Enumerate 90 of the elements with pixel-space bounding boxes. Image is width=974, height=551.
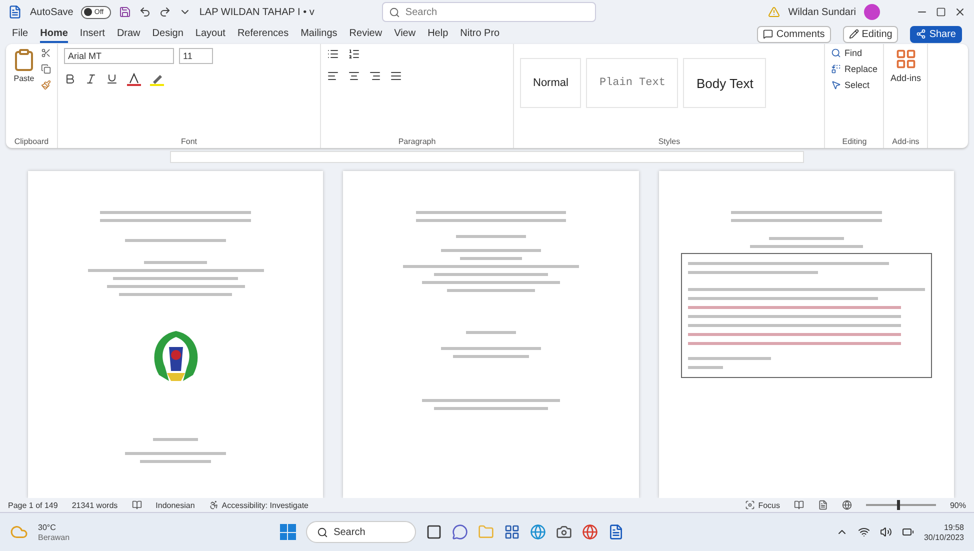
pointer-icon [831,80,842,90]
search-icon [389,6,400,18]
volume-icon [880,526,892,538]
accessibility-status[interactable]: Accessibility: Investigate [222,500,308,510]
style-option[interactable]: Plain Text [586,58,678,108]
close-icon[interactable] [954,6,966,18]
language-status[interactable]: Indonesian [156,500,195,510]
style-option[interactable]: Body Text [683,58,766,108]
search-field[interactable]: Search [382,2,596,22]
clock-date: 30/10/2023 [924,532,964,542]
add-ins-icon[interactable] [894,48,917,70]
document-title: LAP WILDAN TAHAP I • v [199,6,314,18]
zoom-level[interactable]: 90% [950,500,966,510]
menu-tab[interactable]: Mailings [300,26,338,42]
editing-command[interactable]: Replace [844,64,878,74]
align-center-icon[interactable] [348,70,360,82]
word-count[interactable]: 21341 words [72,500,118,510]
editing-button[interactable]: Editing [842,26,898,42]
undo-icon[interactable] [139,6,152,18]
autosave-label: AutoSave [30,6,74,18]
restore-icon[interactable] [936,7,946,17]
align-right-icon[interactable] [369,70,381,82]
menu-tab[interactable]: Insert [80,26,105,42]
font-size-field[interactable]: 11 [179,48,213,64]
menu-tab[interactable]: References [237,26,289,42]
accessibility-icon [208,500,219,510]
align-left-icon[interactable] [327,70,339,82]
share-icon [916,29,926,39]
read-mode-icon[interactable] [794,500,804,510]
paste-icon[interactable] [12,48,36,72]
menu-tab[interactable]: File [12,26,28,42]
warning-icon [768,6,780,18]
save-icon[interactable] [119,6,132,18]
zoom-thumb[interactable] [897,500,900,510]
copy-icon[interactable] [41,64,51,74]
weather-icon [10,523,28,541]
editing-command[interactable]: Select [844,80,870,90]
group-label: Editing [841,137,868,146]
format-painter-icon[interactable] [41,80,51,90]
group-label: Clipboard [13,137,50,146]
underline-icon[interactable] [106,73,118,85]
group-label: Paragraph [397,137,437,146]
menu-tab[interactable]: View [394,26,416,42]
redo-icon[interactable] [159,6,172,18]
weather-text: Berawan [38,532,70,542]
editing-command[interactable]: Find [844,48,862,58]
menu-tab[interactable]: Review [349,26,382,42]
focus-icon [745,500,756,510]
user-avatar[interactable] [864,4,880,20]
justify-icon[interactable] [390,70,402,82]
chat-icon[interactable] [452,524,468,540]
menu-tab[interactable]: Layout [195,26,226,42]
comment-icon [763,29,774,39]
paste-label[interactable]: Paste [14,74,34,83]
pencil-icon [848,29,859,39]
user-name: Wildan Sundari [788,6,856,18]
clock-time: 19:58 [944,522,964,532]
font-color-icon[interactable] [127,72,141,86]
search-icon [831,48,842,58]
globe-icon[interactable] [582,524,598,540]
comments-button[interactable]: Comments [757,26,831,42]
add-ins-label[interactable]: Add-ins [890,73,921,83]
highlight-icon[interactable] [150,72,164,86]
font-name-field[interactable]: Arial MT [64,48,174,64]
bold-icon[interactable] [64,73,76,85]
camera-icon[interactable] [556,524,572,540]
menu-tab[interactable]: Design [152,26,184,42]
focus-button[interactable]: Focus [758,500,780,510]
group-label: Add-ins [891,137,920,146]
page-count[interactable]: Page 1 of 149 [8,500,58,510]
group-label: Font [180,137,198,146]
task-view-icon[interactable] [426,524,442,540]
search-icon [316,526,328,538]
proofing-icon [132,500,142,510]
italic-icon[interactable] [85,73,97,85]
cut-icon[interactable] [41,48,51,58]
temperature: 30°C [38,522,57,532]
group-label: Styles [657,137,682,146]
style-option[interactable]: Normal [520,58,582,108]
replace-icon [831,64,842,74]
start-icon[interactable] [280,524,296,540]
taskbar-search[interactable]: Search [306,521,416,543]
web-layout-icon[interactable] [842,500,852,510]
share-button[interactable]: Share [910,26,962,42]
globe-icon[interactable] [530,524,546,540]
numbering-icon[interactable] [348,48,360,60]
menu-tab[interactable]: Help [428,26,448,42]
battery-icon [902,526,914,538]
menu-tab[interactable]: Draw [116,26,140,42]
menu-tab[interactable]: Nitro Pro [460,26,500,42]
